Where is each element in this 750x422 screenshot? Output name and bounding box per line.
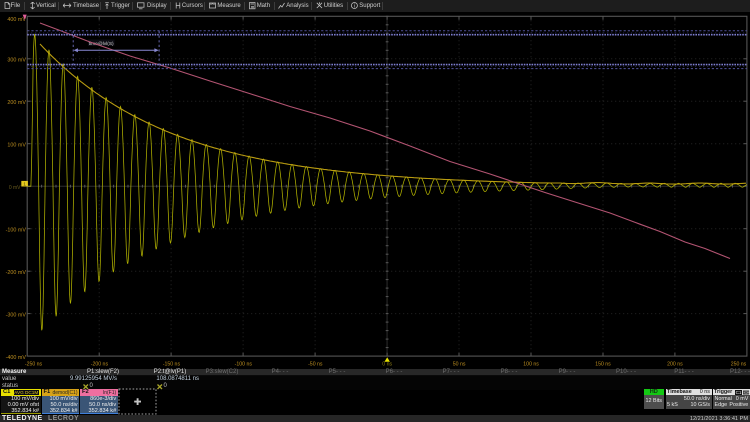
svg-text:150 ns: 150 ns	[595, 361, 611, 367]
svg-text:50 ns: 50 ns	[453, 361, 466, 367]
svg-text:-100 mV: -100 mV	[6, 227, 27, 233]
svg-text:250 ns: 250 ns	[731, 361, 747, 367]
svg-text:100 mV: 100 mV	[7, 143, 26, 149]
svg-text:-400 mV: -400 mV	[6, 355, 27, 361]
svg-text:-300 mV: -300 mV	[6, 312, 27, 318]
svg-text:400 mV: 400 mV	[7, 17, 26, 23]
svg-text:-50 ns: -50 ns	[308, 361, 323, 367]
svg-text:-200 mV: -200 mV	[6, 270, 27, 276]
svg-text:i: i	[354, 4, 355, 10]
svg-text:100 ns: 100 ns	[523, 361, 539, 367]
svg-text:300 mV: 300 mV	[7, 58, 26, 64]
svg-text:-150 ns: -150 ns	[163, 361, 181, 367]
svg-text:0 ns: 0 ns	[382, 361, 392, 367]
svg-text:200 mV: 200 mV	[7, 100, 26, 106]
svg-text:-200 ns: -200 ns	[91, 361, 109, 367]
svg-text:-100 ns: -100 ns	[235, 361, 253, 367]
svg-text:0 mV: 0 mV	[9, 185, 21, 191]
svg-text:200 ns: 200 ns	[667, 361, 683, 367]
svg-text:1: 1	[23, 182, 26, 187]
svg-text:-250 ns: -250 ns	[25, 361, 43, 367]
